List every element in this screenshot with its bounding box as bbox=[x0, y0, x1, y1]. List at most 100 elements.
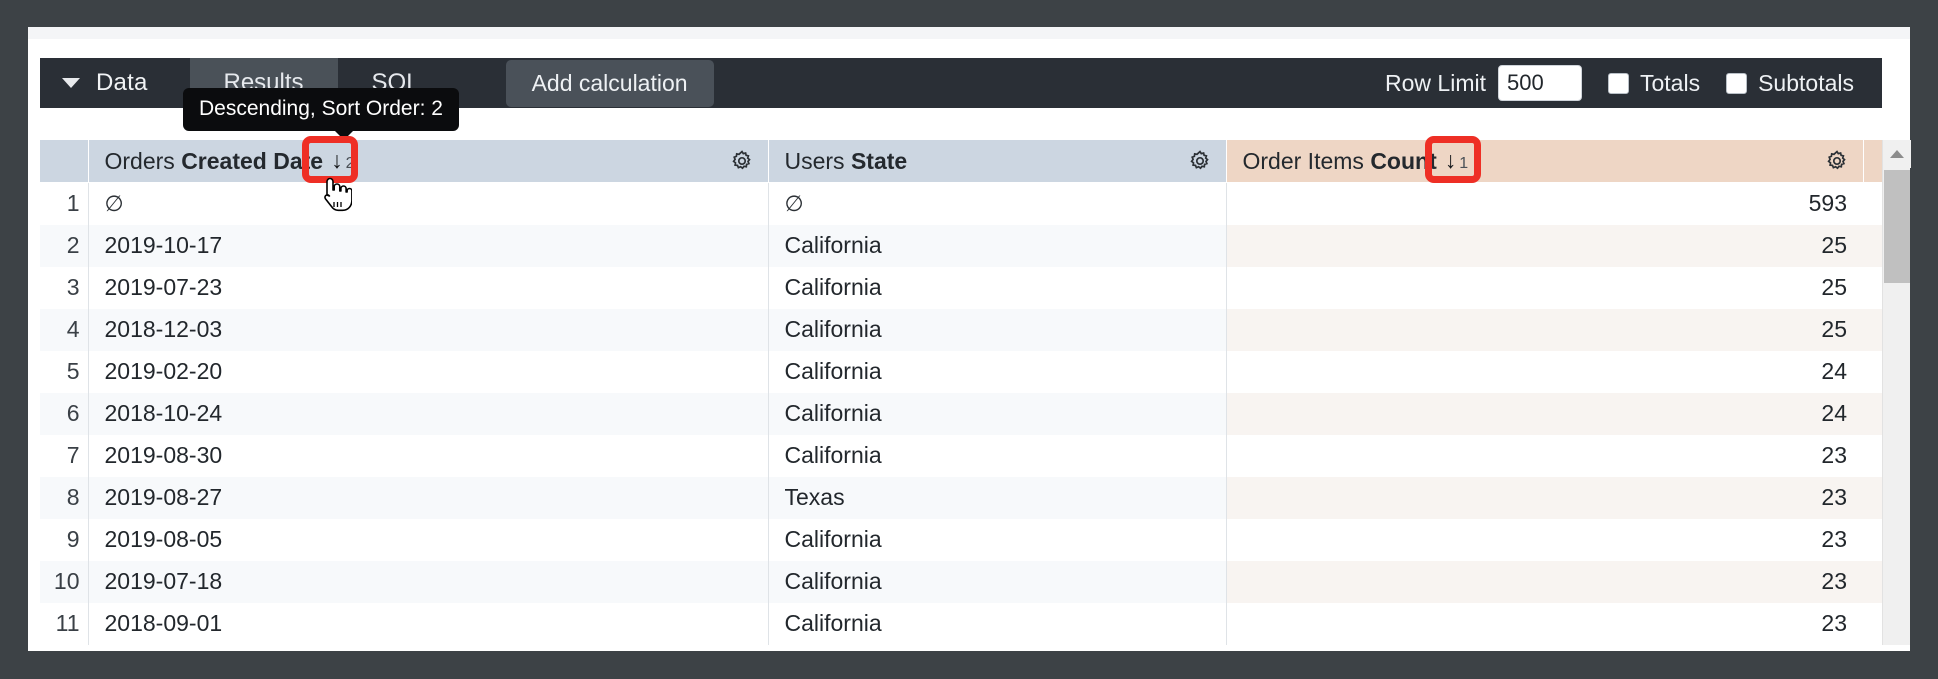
row-number-cell: 4 bbox=[40, 309, 88, 351]
results-table: Orders Created Date ↓ 2 bbox=[40, 140, 1882, 645]
sort-descending-icon: ↓ bbox=[1445, 149, 1457, 172]
state-name: State bbox=[851, 148, 907, 174]
row-number-cell: 2 bbox=[40, 225, 88, 267]
subtotals-checkbox-group[interactable]: Subtotals bbox=[1726, 70, 1854, 97]
table-row[interactable]: 62018-10-24California24 bbox=[40, 393, 1882, 435]
order-items-count-cell: 25 bbox=[1226, 225, 1863, 267]
created-date-prefix: Orders bbox=[105, 148, 175, 174]
totals-checkbox-group[interactable]: Totals bbox=[1608, 70, 1700, 97]
caret-down-icon[interactable] bbox=[62, 78, 80, 88]
order-items-count-cell: 24 bbox=[1226, 393, 1863, 435]
null-value-icon: ∅ bbox=[105, 191, 124, 216]
order-items-count-cell: 23 bbox=[1226, 477, 1863, 519]
order-items-count-sort-order: 1 bbox=[1459, 155, 1468, 173]
row-scroll-spacer bbox=[1863, 309, 1882, 351]
row-number-cell: 9 bbox=[40, 519, 88, 561]
row-number-cell: 10 bbox=[40, 561, 88, 603]
subtotals-label: Subtotals bbox=[1758, 70, 1854, 97]
row-scroll-spacer bbox=[1863, 561, 1882, 603]
state-cell: California bbox=[768, 267, 1226, 309]
row-scroll-spacer bbox=[1863, 435, 1882, 477]
table-row[interactable]: 72019-08-30California23 bbox=[40, 435, 1882, 477]
table-row[interactable]: 82019-08-27Texas23 bbox=[40, 477, 1882, 519]
state-cell: California bbox=[768, 225, 1226, 267]
table-row[interactable]: 92019-08-05California23 bbox=[40, 519, 1882, 561]
row-number-cell: 3 bbox=[40, 267, 88, 309]
created-date-header-text: Orders Created Date bbox=[105, 148, 324, 175]
row-number-cell: 7 bbox=[40, 435, 88, 477]
column-header-created-date[interactable]: Orders Created Date ↓ 2 bbox=[88, 140, 768, 183]
created-date-cell: 2019-07-23 bbox=[88, 267, 768, 309]
row-limit-group: Row Limit bbox=[1385, 65, 1582, 101]
table-header: Orders Created Date ↓ 2 bbox=[40, 140, 1882, 183]
subtotals-checkbox[interactable] bbox=[1726, 73, 1747, 94]
add-calculation-button[interactable]: Add calculation bbox=[506, 60, 714, 107]
row-number-cell: 8 bbox=[40, 477, 88, 519]
sort-descending-icon: ↓ bbox=[331, 149, 343, 172]
created-date-cell: 2018-09-01 bbox=[88, 603, 768, 645]
data-section-label: Data bbox=[96, 69, 148, 97]
table-header-row: Orders Created Date ↓ 2 bbox=[40, 140, 1882, 183]
results-grid: Orders Created Date ↓ 2 bbox=[40, 140, 1882, 645]
totals-checkbox[interactable] bbox=[1608, 73, 1629, 94]
state-cell: California bbox=[768, 393, 1226, 435]
table-row[interactable]: 52019-02-20California24 bbox=[40, 351, 1882, 393]
created-date-sort-order: 2 bbox=[346, 155, 355, 173]
created-date-cell: ∅ bbox=[88, 183, 768, 225]
row-limit-input[interactable] bbox=[1498, 65, 1582, 101]
table-row[interactable]: 42018-12-03California25 bbox=[40, 309, 1882, 351]
caret-up-icon bbox=[1890, 150, 1904, 158]
column-header-order-items-count[interactable]: Order Items Count ↓ 1 bbox=[1226, 140, 1863, 183]
order-items-count-cell: 593 bbox=[1226, 183, 1863, 225]
table-row[interactable]: 102019-07-18California23 bbox=[40, 561, 1882, 603]
created-date-sort-control[interactable]: ↓ 2 bbox=[331, 149, 354, 173]
state-prefix: Users bbox=[785, 148, 845, 174]
row-scroll-spacer bbox=[1863, 519, 1882, 561]
table-row[interactable]: 1∅∅593 bbox=[40, 183, 1882, 225]
created-date-cell: 2019-08-27 bbox=[88, 477, 768, 519]
created-date-cell: 2019-10-17 bbox=[88, 225, 768, 267]
state-cell: California bbox=[768, 561, 1226, 603]
row-scroll-spacer bbox=[1863, 351, 1882, 393]
sort-tooltip: Descending, Sort Order: 2 bbox=[183, 88, 459, 131]
table-row[interactable]: 112018-09-01California23 bbox=[40, 603, 1882, 645]
row-number-cell: 1 bbox=[40, 183, 88, 225]
gear-icon[interactable] bbox=[730, 149, 754, 173]
toolbar-right-group: Row Limit Totals Subtotals bbox=[1385, 58, 1882, 108]
order-items-count-cell: 23 bbox=[1226, 519, 1863, 561]
gear-icon[interactable] bbox=[1188, 149, 1212, 173]
app-root: Data Results SQL Add calculation Row Lim… bbox=[0, 0, 1938, 679]
row-number-cell: 11 bbox=[40, 603, 88, 645]
order-items-count-cell: 25 bbox=[1226, 267, 1863, 309]
created-date-cell: 2019-08-30 bbox=[88, 435, 768, 477]
table-row[interactable]: 22019-10-17California25 bbox=[40, 225, 1882, 267]
table-row[interactable]: 32019-07-23California25 bbox=[40, 267, 1882, 309]
order-items-count-header-text: Order Items Count bbox=[1243, 148, 1437, 175]
created-date-name: Created Date bbox=[181, 148, 323, 174]
row-scroll-spacer bbox=[1863, 225, 1882, 267]
row-number-cell: 6 bbox=[40, 393, 88, 435]
row-scroll-spacer bbox=[1863, 267, 1882, 309]
order-items-count-sort-control[interactable]: ↓ 1 bbox=[1445, 149, 1468, 173]
order-items-count-name: Count bbox=[1370, 148, 1436, 174]
toolbar-left-group: Data bbox=[40, 58, 148, 108]
created-date-cell: 2018-10-24 bbox=[88, 393, 768, 435]
order-items-count-cell: 23 bbox=[1226, 603, 1863, 645]
column-header-state[interactable]: Users State bbox=[768, 140, 1226, 183]
scrollbar-thumb[interactable] bbox=[1884, 170, 1910, 283]
state-cell: California bbox=[768, 519, 1226, 561]
row-scroll-spacer bbox=[1863, 393, 1882, 435]
vertical-scrollbar[interactable] bbox=[1882, 140, 1910, 645]
order-items-count-cell: 23 bbox=[1226, 435, 1863, 477]
state-cell: California bbox=[768, 603, 1226, 645]
row-limit-label: Row Limit bbox=[1385, 70, 1486, 97]
state-cell: California bbox=[768, 309, 1226, 351]
row-scroll-spacer bbox=[1863, 603, 1882, 645]
totals-label: Totals bbox=[1640, 70, 1700, 97]
scroll-up-button[interactable] bbox=[1883, 140, 1911, 168]
created-date-cell: 2019-07-18 bbox=[88, 561, 768, 603]
order-items-count-cell: 25 bbox=[1226, 309, 1863, 351]
row-scroll-spacer bbox=[1863, 183, 1882, 225]
state-cell: California bbox=[768, 351, 1226, 393]
gear-icon[interactable] bbox=[1825, 149, 1849, 173]
